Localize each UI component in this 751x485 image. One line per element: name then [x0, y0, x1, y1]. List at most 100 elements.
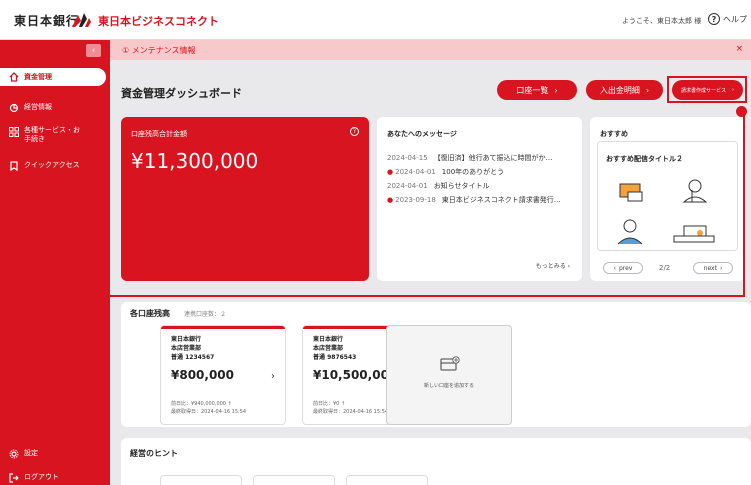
more-link[interactable]: もっとみる ›	[536, 261, 570, 270]
account-balance: ¥10,500,000	[313, 368, 398, 382]
logout-icon	[8, 472, 19, 483]
gear-icon	[8, 448, 19, 459]
sidebar-item-label: 資金管理	[24, 73, 52, 81]
statements-button[interactable]: 入出金明細 ›	[586, 80, 663, 100]
messages-title: あなたへのメッセージ	[387, 130, 457, 138]
help-icon: ?	[708, 13, 720, 25]
chevron-right-icon: ›	[271, 371, 275, 382]
info-icon[interactable]: ?	[350, 127, 359, 136]
linked-accounts-count: 連携口座数：２	[184, 311, 227, 318]
prev-day-change: 前日比：¥940,000,000 ↑	[171, 401, 232, 407]
page-title: 資金管理ダッシュボード	[121, 87, 242, 100]
message-date: 2023-09-18	[395, 196, 436, 204]
next-button[interactable]: next ›	[693, 262, 733, 274]
account-footer: 前日比：¥0 ↑ 最終取得日：2024-04-16 15:54	[313, 400, 388, 416]
hints-card: 経営のヒント	[121, 438, 751, 485]
grid-icon	[8, 126, 19, 137]
illustration-icon	[617, 179, 715, 245]
sidebar-item-label: 設定	[24, 449, 38, 457]
message-item[interactable]: 2024-04-01 お知らせタイトル	[387, 181, 490, 191]
recommend-title: おすすめ	[600, 130, 628, 138]
hint-card[interactable]	[160, 475, 242, 485]
callout-marker	[736, 106, 747, 117]
accounts-title: 各口座残高	[130, 309, 170, 318]
add-account-button[interactable]: 新しい口座を追加する	[386, 325, 512, 425]
bookmark-icon	[8, 160, 19, 171]
account-details: 東日本銀行 本店営業部 普通 9876543	[313, 335, 356, 362]
sidebar-collapse-button[interactable]: ‹	[86, 44, 101, 57]
maintenance-text: ① メンテナンス情報	[122, 46, 196, 55]
account-bank: 東日本銀行	[313, 336, 344, 343]
sidebar-item-fund-management[interactable]: 資金管理	[0, 68, 106, 86]
page-indicator: 2/2	[659, 264, 671, 272]
account-number: 普通 1234567	[171, 354, 215, 361]
message-item[interactable]: ● 2024-04-01 100年のありがとう	[387, 167, 504, 177]
sidebar-item-services[interactable]: 各種サービス・お手続き	[0, 126, 110, 144]
sidebar: ‹ 資金管理 経営情報 各種サービス・お手続き クイックアクセス 設定 ログアウ…	[0, 40, 110, 485]
chevron-right-icon: ›	[645, 85, 650, 95]
help-link[interactable]: ? ヘルプ	[708, 13, 747, 25]
recommend-item[interactable]: おすすめ配信タイトル２	[597, 141, 738, 251]
next-label: next	[703, 264, 717, 272]
message-text: お知らせタイトル	[433, 182, 490, 190]
message-text: 【復旧済】他行あて振込に時間がか…	[433, 154, 553, 162]
bank-logo-icon	[72, 13, 91, 27]
message-text: 100年のありがとう	[441, 168, 505, 176]
messages-card: あなたへのメッセージ 2024-04-15 【復旧済】他行あて振込に時間がか… ●…	[377, 117, 582, 281]
sidebar-item-label: クイックアクセス	[24, 161, 80, 169]
account-balance: ¥800,000	[171, 368, 235, 382]
balance-card[interactable]: 口座残高合計金額 ? ¥11,300,000	[121, 117, 369, 281]
prev-day-change: 前日比：¥0 ↑	[313, 401, 346, 407]
add-account-label: 新しい口座を追加する	[423, 383, 474, 389]
account-number: 普通 9876543	[313, 354, 357, 361]
account-branch: 本店営業部	[313, 345, 344, 352]
hint-card[interactable]	[346, 475, 428, 485]
message-item[interactable]: 2024-04-15 【復旧済】他行あて振込に時間がか…	[387, 153, 553, 163]
sidebar-item-quick-access[interactable]: クイックアクセス	[0, 160, 110, 171]
chevron-left-icon: ‹	[613, 264, 616, 272]
maintenance-banner[interactable]: ① メンテナンス情報 ×	[110, 40, 751, 60]
sidebar-item-label: 経営情報	[24, 103, 52, 111]
sidebar-item-business-info[interactable]: 経営情報	[0, 102, 110, 113]
account-list-button[interactable]: 口座一覧 ›	[497, 80, 577, 100]
sidebar-item-label: 各種サービス・お手続き	[24, 126, 80, 143]
statements-label: 入出金明細	[599, 85, 640, 95]
account-footer: 前日比：¥940,000,000 ↑ 最終取得日：2024-04-16 15:5…	[171, 400, 246, 416]
account-card[interactable]: 東日本銀行 本店営業部 普通 1234567 ¥800,000 › 前日比：¥9…	[160, 325, 286, 425]
unread-dot-icon: ●	[387, 196, 394, 204]
message-item[interactable]: ● 2023-09-18 東日本ビジネスコネクト請求書発行…	[387, 195, 561, 205]
message-date: 2024-04-15	[387, 154, 428, 162]
recommend-item-title: おすすめ配信タイトル２	[606, 155, 683, 163]
balance-amount: ¥11,300,000	[131, 149, 259, 173]
sidebar-item-label: ログアウト	[24, 473, 59, 481]
account-list-label: 口座一覧	[516, 85, 549, 95]
last-updated: 最終取得日：2024-04-16 15:54	[171, 409, 247, 415]
unread-dot-icon: ●	[387, 168, 394, 176]
callout-line	[0, 295, 745, 297]
account-details: 東日本銀行 本店営業部 普通 1234567	[171, 335, 214, 362]
chevron-right-icon: ›	[719, 264, 723, 272]
prev-button[interactable]: ‹ prev	[603, 262, 643, 274]
callout-line	[743, 115, 745, 297]
top-header: 東日本銀行 東日本ビジネスコネクト ようこそ、東日本太郎 様 ? ヘルプ	[0, 0, 751, 40]
chart-icon	[8, 102, 19, 113]
hint-card[interactable]	[253, 475, 335, 485]
card-add-icon	[440, 356, 460, 371]
balance-label: 口座残高合計金額	[131, 130, 187, 138]
welcome-text: ようこそ、東日本太郎 様	[622, 17, 702, 25]
message-date: 2024-04-01	[395, 168, 436, 176]
account-bank: 東日本銀行	[171, 336, 202, 343]
sidebar-item-logout[interactable]: ログアウト	[0, 472, 110, 483]
close-icon[interactable]: ×	[735, 44, 743, 54]
message-date: 2024-04-01	[387, 182, 428, 190]
hints-title: 経営のヒント	[130, 449, 178, 458]
sidebar-item-settings[interactable]: 設定	[0, 448, 110, 459]
help-label: ヘルプ	[723, 14, 747, 24]
highlight-frame	[667, 76, 747, 103]
account-branch: 本店営業部	[171, 345, 202, 352]
message-text: 東日本ビジネスコネクト請求書発行…	[441, 196, 561, 204]
last-updated: 最終取得日：2024-04-16 15:54	[313, 409, 389, 415]
home-icon	[8, 72, 19, 83]
recommend-card: おすすめ おすすめ配信タイトル２ ‹ prev 2/2 next ›	[590, 117, 745, 281]
prev-label: prev	[619, 264, 633, 272]
